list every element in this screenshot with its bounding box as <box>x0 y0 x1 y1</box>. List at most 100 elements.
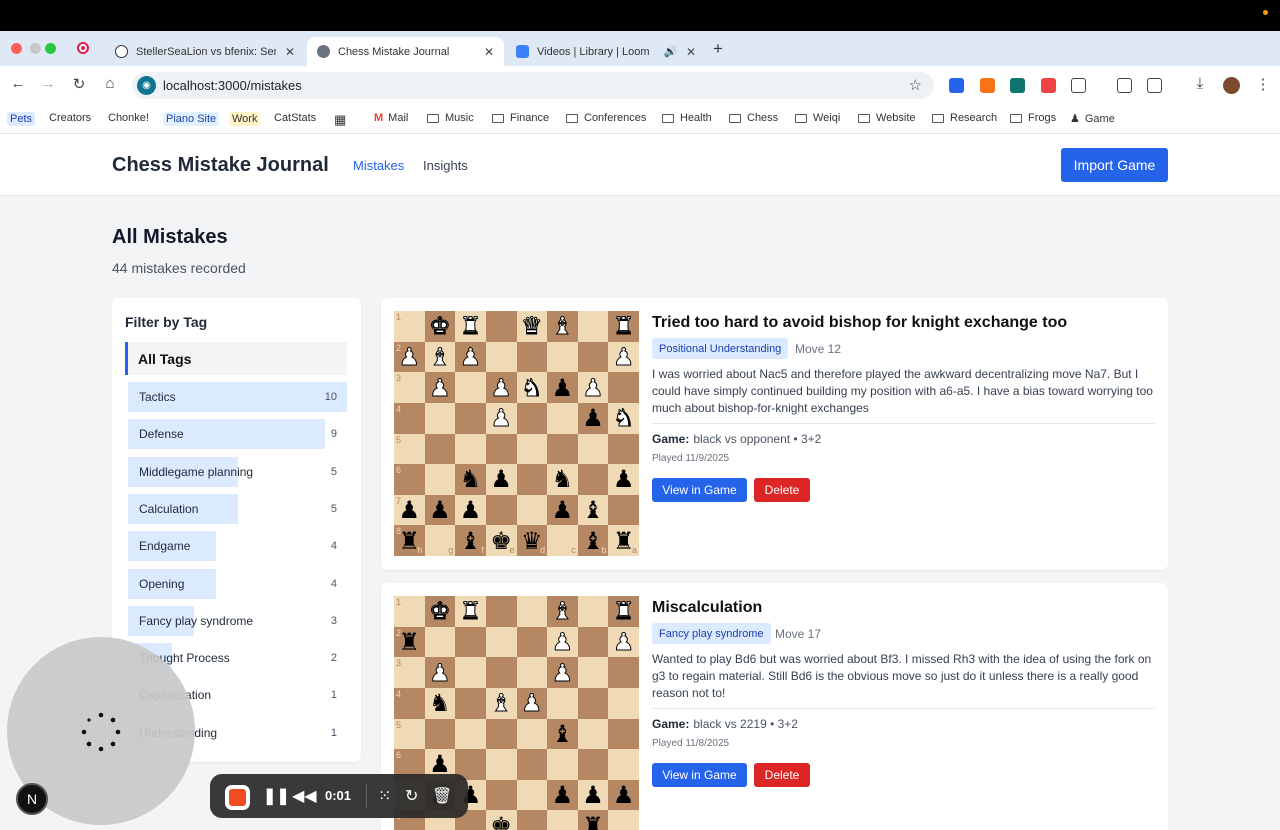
bookmark-frogs[interactable]: Frogs <box>1010 112 1056 124</box>
delete-button[interactable]: Delete <box>754 478 810 502</box>
bookmark-pets[interactable]: Pets <box>7 112 36 126</box>
tag-filter-item[interactable]: Calculation 5 <box>128 493 347 524</box>
reading-list-icon[interactable] <box>1147 78 1162 93</box>
stop-recording-button[interactable] <box>225 785 250 810</box>
audio-playing-icon[interactable]: 🔊 <box>664 45 678 58</box>
board-square: ♞ <box>424 687 456 719</box>
close-tab-icon[interactable]: ✕ <box>686 45 696 59</box>
tab-chess-mistake-journal[interactable]: Chess Mistake Journal ✕ <box>307 37 504 66</box>
profile-avatar[interactable] <box>1223 77 1240 94</box>
board-square: ♟ <box>424 494 456 526</box>
reload-icon[interactable]: ↻ <box>69 75 89 93</box>
tag-filter-item[interactable]: Fancy play syndrome 3 <box>128 605 347 636</box>
close-tab-icon[interactable]: ✕ <box>484 45 494 59</box>
chess-board[interactable]: 1 ♚ ♜ ♛ ♝ ♜ 2 ♟ ♝ ♟ ♟ 3 ♟ ♟ ♞ ♟ ♟ 4 ♟ ♟ ♞ 5 6 ♞ ♟ ♞ ♟ 7 ♟ ♟ ♟ ♟ ♝ 8 h ♜ g f ♝ e… <box>394 311 639 556</box>
home-icon[interactable]: ⌂ <box>100 75 120 92</box>
board-square <box>516 718 548 750</box>
bookmark-finance[interactable]: Finance <box>492 112 549 124</box>
board-square: ♜ <box>455 596 486 627</box>
trash-icon[interactable]: 🗑 <box>432 786 452 806</box>
board-square <box>424 433 456 465</box>
nav-insights[interactable]: Insights <box>423 158 468 173</box>
board-square: 8 h ♜ <box>394 525 425 556</box>
bookmark-mail[interactable]: M Mail <box>374 112 408 124</box>
restart-icon[interactable]: ↻ <box>405 786 418 806</box>
rewind-icon[interactable]: ◀◀ <box>292 786 317 806</box>
bookmark-research[interactable]: Research <box>932 112 997 124</box>
tag-filter-item[interactable]: Middlegame planning 5 <box>128 456 347 487</box>
bookmark-catstats[interactable]: CatStats <box>274 112 316 124</box>
tab-loom[interactable]: Videos | Library | Loom 🔊 ✕ <box>506 37 706 66</box>
board-square <box>516 596 548 627</box>
window-close-button[interactable] <box>11 43 22 54</box>
bookmark-health[interactable]: Health <box>662 112 712 124</box>
tab-stellersealion[interactable]: StellerSeaLion vs bfenix: Sem ✕ <box>105 37 305 66</box>
board-square: ♝ <box>424 341 456 373</box>
white-piece-icon: ♞ <box>521 373 543 402</box>
new-tab-button[interactable]: + <box>713 39 723 59</box>
file-label: c <box>571 545 576 555</box>
bookmark-star-icon[interactable]: ☆ <box>909 76 922 94</box>
filter-all-tags[interactable]: All Tags <box>125 342 347 375</box>
tag-filter-item[interactable]: Endgame 4 <box>128 531 347 562</box>
bookmark-work[interactable]: Work <box>229 112 261 126</box>
board-square <box>516 626 548 658</box>
download-icon[interactable]: ⤓ <box>1190 75 1210 92</box>
tag-count: 1 <box>330 689 337 702</box>
bookmark-game[interactable]: ♟ Game <box>1070 112 1115 126</box>
white-piece-icon: ♟ <box>612 342 635 371</box>
menu-kebab-icon[interactable]: ⋮ <box>1253 75 1273 93</box>
mistake-notes: I was worried about Nac5 and therefore p… <box>652 367 1153 415</box>
view-in-game-button[interactable]: View in Game <box>652 763 747 787</box>
bookmark-weiqi[interactable]: Weiqi <box>795 112 840 124</box>
file-label: e <box>509 545 515 555</box>
black-piece-icon: ♚ <box>490 811 512 830</box>
import-game-button[interactable]: Import Game <box>1061 148 1168 182</box>
tag-filter-item[interactable]: Opening 4 <box>128 568 347 599</box>
close-tab-icon[interactable]: ✕ <box>285 45 295 59</box>
mistake-tag-badge[interactable]: Fancy play syndrome <box>652 623 771 644</box>
back-arrow-icon[interactable]: ← <box>8 75 28 92</box>
pause-icon[interactable]: ❚❚ <box>263 786 290 806</box>
tag-filter-item[interactable]: Defense 9 <box>128 419 347 450</box>
forward-arrow-icon[interactable]: → <box>38 75 58 92</box>
search-tabs-icon[interactable] <box>1117 78 1132 93</box>
board-square: 7 ♟ <box>394 494 425 526</box>
board-square: 6 <box>394 464 425 495</box>
window-minimize-button[interactable] <box>30 43 41 54</box>
address-bar[interactable]: ◉ localhost:3000/mistakes ☆ <box>132 72 934 99</box>
app-brand[interactable]: Chess Mistake Journal <box>112 154 329 177</box>
delete-button[interactable]: Delete <box>754 763 810 787</box>
window-maximize-button[interactable] <box>45 43 56 54</box>
bookmark-creators[interactable]: Creators <box>49 112 91 124</box>
extension-icon[interactable] <box>1010 78 1025 93</box>
bookmark-chonke[interactable]: Chonke! <box>108 112 149 124</box>
board-square: e♚ <box>485 810 517 830</box>
site-info-icon[interactable]: ◉ <box>137 76 156 95</box>
white-piece-icon: ♟ <box>459 342 482 371</box>
metamask-icon[interactable] <box>980 78 995 93</box>
loom-avatar[interactable]: N <box>16 783 48 815</box>
extension-icon[interactable] <box>1041 78 1056 93</box>
bookmark-conferences[interactable]: Conferences <box>566 112 646 124</box>
folder-icon <box>795 113 807 123</box>
bookmark-chess[interactable]: Chess <box>729 112 778 124</box>
puzzle-extensions-icon[interactable] <box>1071 78 1086 93</box>
view-in-game-button[interactable]: View in Game <box>652 478 747 502</box>
apps-grid-icon[interactable]: ▦ <box>334 112 346 128</box>
tag-name: Middlegame planning <box>139 464 254 479</box>
extension-icon[interactable] <box>949 78 964 93</box>
board-square <box>577 433 609 465</box>
game-value: black vs opponent • 3+2 <box>693 432 822 446</box>
board-square: ♟ <box>485 402 517 434</box>
nav-mistakes[interactable]: Mistakes <box>353 158 404 173</box>
bookmark-website[interactable]: Website <box>858 112 916 124</box>
url-text[interactable]: localhost:3000/mistakes <box>163 78 302 93</box>
board-square <box>516 433 548 465</box>
drawing-grid-icon[interactable]: ⁙ <box>378 786 391 806</box>
tag-filter-item[interactable]: Tactics 10 <box>128 382 347 412</box>
loom-recording-controls: ❚❚ ◀◀ 0:01 ⁙ ↻ 🗑 <box>210 774 468 818</box>
bookmark-piano-site[interactable]: Piano Site <box>163 112 220 126</box>
bookmark-music[interactable]: Music <box>427 112 474 124</box>
mistake-tag-badge[interactable]: Positional Understanding <box>652 338 789 359</box>
